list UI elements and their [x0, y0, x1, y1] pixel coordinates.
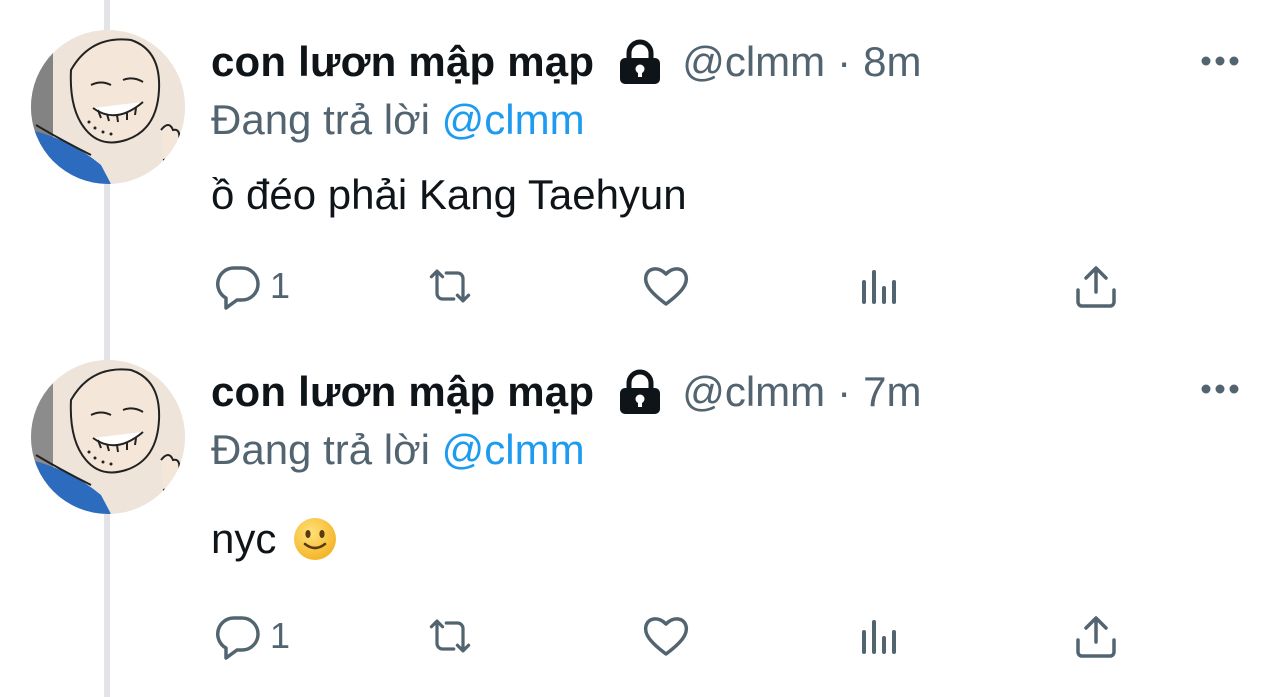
display-name[interactable]: con lươn mập mạp [211, 38, 594, 86]
retweet-icon [429, 619, 471, 653]
views-icon [862, 270, 896, 304]
tweet-text: nyc [211, 514, 338, 564]
retweet-button[interactable] [424, 256, 476, 316]
timestamp[interactable]: 7m [863, 368, 921, 416]
reply-icon [216, 616, 260, 660]
like-icon [643, 617, 689, 656]
views-button[interactable] [856, 606, 908, 666]
reply-button[interactable]: 1 [212, 606, 290, 666]
replying-prefix: Đang trả lời [211, 96, 430, 143]
action-bar: 1 [0, 606, 1284, 666]
reply-icon [216, 266, 260, 310]
tweet-body: nyc [211, 515, 277, 562]
handle[interactable]: @clmm [682, 38, 825, 86]
display-name[interactable]: con lươn mập mạp [211, 368, 594, 416]
tweet-header: con lươn mập mạp @clmm · 8m [211, 32, 922, 92]
like-icon [643, 267, 689, 306]
replying-mention[interactable]: @clmm [442, 96, 585, 143]
like-button[interactable] [640, 606, 692, 666]
replying-to: Đang trả lời @clmm [211, 96, 585, 144]
share-icon [1076, 616, 1116, 658]
retweet-icon [429, 269, 471, 303]
reply-count: 1 [270, 615, 291, 656]
separator-dot: · [837, 368, 852, 415]
views-button[interactable] [856, 256, 908, 316]
action-bar: 1 [0, 256, 1284, 316]
replying-mention[interactable]: @clmm [442, 426, 585, 473]
avatar[interactable] [31, 30, 185, 184]
avatar[interactable] [31, 360, 185, 514]
handle[interactable]: @clmm [682, 368, 825, 416]
slightly-smiling-face-emoji [294, 518, 337, 560]
separator-dot: · [837, 38, 852, 85]
tweet-header: con lươn mập mạp @clmm · 7m [211, 362, 922, 422]
more-icon[interactable] [1196, 374, 1244, 404]
share-button[interactable] [1070, 256, 1122, 316]
retweet-button[interactable] [424, 606, 476, 666]
reply-button[interactable]: 1 [212, 256, 290, 316]
reply-count: 1 [270, 265, 291, 306]
like-button[interactable] [640, 256, 692, 316]
replying-prefix: Đang trả lời [211, 426, 430, 473]
timestamp[interactable]: 8m [863, 38, 921, 86]
replying-to: Đang trả lời @clmm [211, 426, 585, 474]
share-button[interactable] [1070, 606, 1122, 666]
tweet-text: ồ đéo phải Kang Taehyun [211, 170, 687, 220]
tweet[interactable]: con lươn mập mạp @clmm · 7m Đang trả lời… [0, 330, 1284, 670]
tweet[interactable]: con lươn mập mạp @clmm · 8m Đang trả lời… [0, 0, 1284, 340]
lock-icon [620, 369, 661, 414]
share-icon [1076, 266, 1116, 308]
more-icon[interactable] [1196, 46, 1244, 76]
tweet-body: ồ đéo phải Kang Taehyun [211, 171, 687, 218]
views-icon [862, 620, 896, 654]
lock-icon [620, 39, 661, 84]
